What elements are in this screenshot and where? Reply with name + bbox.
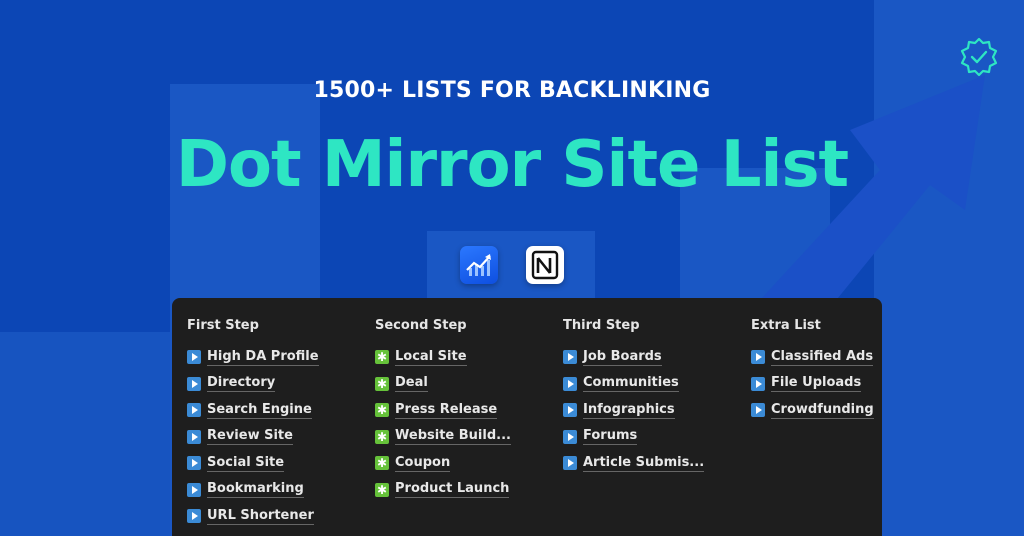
list-item-label: Search Engine <box>207 401 312 419</box>
list-item-label: Bookmarking <box>207 481 304 499</box>
page-subtitle: 1500+ LISTS FOR BACKLINKING <box>313 78 711 103</box>
list-item[interactable]: ✱ Local Site <box>375 344 511 371</box>
list-item-label: Product Launch <box>395 481 510 499</box>
list-item-label: Job Boards <box>583 348 662 366</box>
list-item[interactable]: Forums <box>563 424 704 451</box>
list-item-label: Website Build... <box>395 428 511 446</box>
column-heading: Third Step <box>563 318 640 333</box>
column-third-step: Third Step Job Boards Communities Infogr… <box>563 318 705 477</box>
column-heading: Second Step <box>375 318 467 333</box>
list-item-label: Crowdfunding <box>771 401 874 419</box>
play-icon <box>563 403 577 418</box>
list-item[interactable]: Directory <box>187 371 319 398</box>
column-first-step: First Step High DA Profile Directory Sea… <box>187 318 319 530</box>
list-item-label: URL Shortener <box>207 507 314 525</box>
list-item[interactable]: Social Site <box>187 450 319 477</box>
play-icon <box>187 429 201 444</box>
list-item-label: Article Submis... <box>583 454 705 472</box>
list-item-label: Forums <box>583 428 638 446</box>
asterisk-icon: ✱ <box>375 429 389 444</box>
asterisk-icon: ✱ <box>375 376 389 391</box>
play-icon <box>187 482 201 497</box>
list-item[interactable]: Communities <box>563 371 704 398</box>
list-item-label: File Uploads <box>771 375 862 393</box>
asterisk-icon: ✱ <box>375 403 389 418</box>
column-second-step: Second Step ✱ Local Site ✱ Deal ✱ Press Rel… <box>375 318 511 503</box>
list-item[interactable]: ✱ Website Build... <box>375 424 511 451</box>
play-icon <box>187 403 201 418</box>
list-item-label: Social Site <box>207 454 285 472</box>
banner-background: 1500+ LISTS FOR BACKLINKING Dot Mirror S… <box>0 0 1024 536</box>
list-item[interactable]: ✱ Product Launch <box>375 477 511 504</box>
list-item[interactable]: Classified Ads <box>751 344 874 371</box>
play-icon <box>751 350 765 365</box>
play-icon <box>751 376 765 391</box>
list-item[interactable]: ✱ Press Release <box>375 397 511 424</box>
play-icon <box>563 350 577 365</box>
chart-growth-logo-icon <box>460 246 498 284</box>
play-icon <box>187 456 201 471</box>
play-icon <box>751 403 765 418</box>
list-item[interactable]: Crowdfunding <box>751 397 874 424</box>
list-item-label: Infographics <box>583 401 675 419</box>
play-icon <box>187 350 201 365</box>
list-item[interactable]: High DA Profile <box>187 344 319 371</box>
column-heading: Extra List <box>751 318 821 333</box>
notion-logo-icon <box>526 246 564 284</box>
column-heading: First Step <box>187 318 259 333</box>
list-item[interactable]: ✱ Coupon <box>375 450 511 477</box>
list-item[interactable]: File Uploads <box>751 371 874 398</box>
asterisk-icon: ✱ <box>375 482 389 497</box>
list-item-label: High DA Profile <box>207 348 319 366</box>
play-icon <box>187 376 201 391</box>
list-item-label: Coupon <box>395 454 451 472</box>
list-item[interactable]: Infographics <box>563 397 704 424</box>
asterisk-icon: ✱ <box>375 456 389 471</box>
play-icon <box>563 429 577 444</box>
list-item[interactable]: URL Shortener <box>187 503 319 530</box>
list-item-label: Review Site <box>207 428 293 446</box>
list-panel: First Step High DA Profile Directory Sea… <box>172 298 882 536</box>
list-item-label: Classified Ads <box>771 348 874 366</box>
list-item-label: Deal <box>395 375 428 393</box>
list-item-label: Directory <box>207 375 276 393</box>
list-item-label: Press Release <box>395 401 498 419</box>
play-icon <box>563 456 577 471</box>
list-item-label: Communities <box>583 375 679 393</box>
page-title: Dot Mirror Site List <box>175 128 849 202</box>
asterisk-icon: ✱ <box>375 350 389 365</box>
list-item[interactable]: Bookmarking <box>187 477 319 504</box>
list-item[interactable]: Search Engine <box>187 397 319 424</box>
play-icon <box>563 376 577 391</box>
list-item[interactable]: ✱ Deal <box>375 371 511 398</box>
column-extra-list: Extra List Classified Ads File Uploads C… <box>751 318 874 424</box>
list-item[interactable]: Job Boards <box>563 344 704 371</box>
play-icon <box>187 509 201 524</box>
list-item[interactable]: Article Submis... <box>563 450 705 477</box>
list-item[interactable]: Review Site <box>187 424 319 451</box>
list-item-label: Local Site <box>395 348 467 366</box>
verified-badge-icon <box>960 37 998 77</box>
